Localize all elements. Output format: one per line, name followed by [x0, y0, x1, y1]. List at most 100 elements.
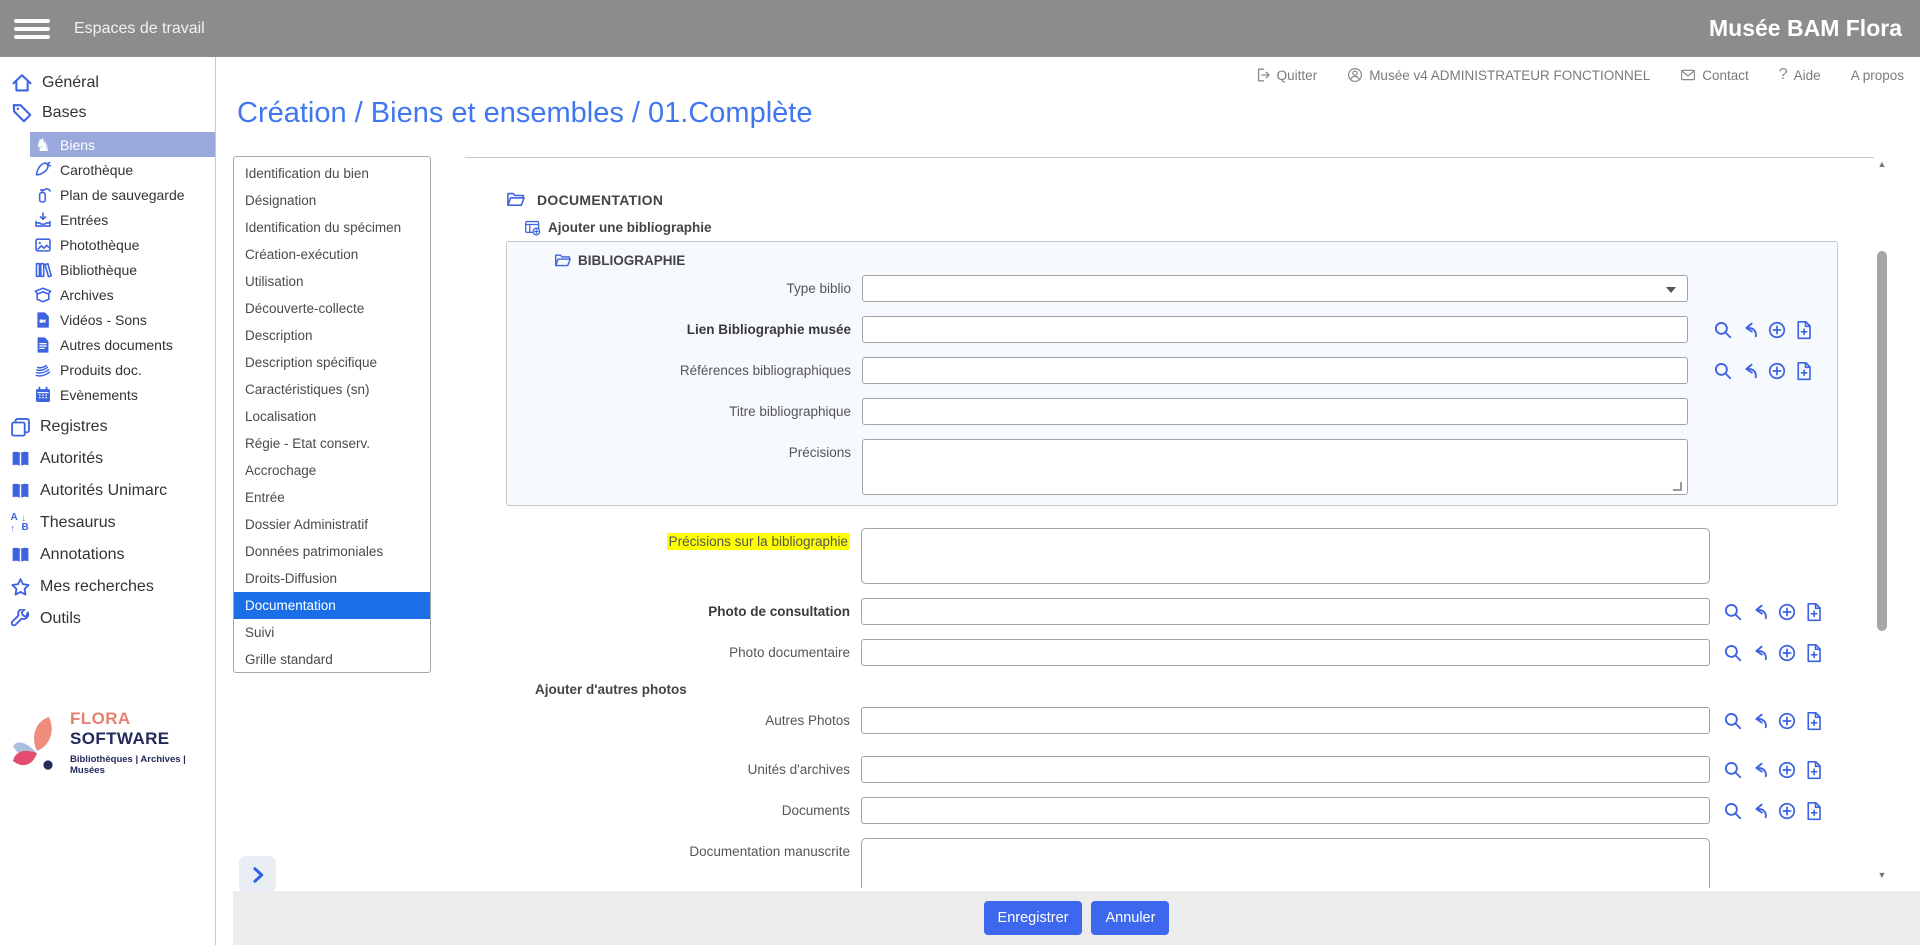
add-circle-icon[interactable]	[1777, 602, 1797, 622]
search-icon[interactable]	[1723, 643, 1743, 663]
quit-link[interactable]: Quitter	[1255, 67, 1318, 83]
resize-handle-icon[interactable]	[1673, 482, 1682, 491]
section-item-donnees-patrimoniales[interactable]: Données patrimoniales	[234, 538, 430, 565]
sidebar-item-evenements[interactable]: Evènements	[30, 382, 215, 407]
sidebar-item-autorites[interactable]: Autorités	[0, 443, 215, 475]
scrollbar-thumb[interactable]	[1877, 251, 1887, 631]
search-icon[interactable]	[1723, 801, 1743, 821]
hamburger-menu-icon[interactable]	[14, 15, 50, 43]
sidebar-item-entrees[interactable]: Entrées	[30, 207, 215, 232]
home-icon	[11, 72, 33, 94]
file-plus-icon[interactable]	[1794, 320, 1814, 340]
add-circle-icon[interactable]	[1767, 361, 1787, 381]
expand-panel-button[interactable]	[239, 856, 276, 893]
search-icon[interactable]	[1713, 320, 1733, 340]
textarea-precisions-sur-la-bibliographie[interactable]	[861, 528, 1710, 584]
sidebar-item-mes-recherches[interactable]: Mes recherches	[0, 571, 215, 603]
sidebar-item-archives[interactable]: Archives	[30, 282, 215, 307]
search-icon[interactable]	[1723, 711, 1743, 731]
section-item-suivi[interactable]: Suivi	[234, 619, 430, 646]
add-circle-icon[interactable]	[1777, 801, 1797, 821]
section-item-entree[interactable]: Entrée	[234, 484, 430, 511]
section-item-droits-diffusion[interactable]: Droits-Diffusion	[234, 565, 430, 592]
section-item-creation-execution[interactable]: Création-exécution	[234, 241, 430, 268]
section-item-documentation[interactable]: Documentation	[234, 592, 430, 619]
file-plus-icon[interactable]	[1804, 760, 1824, 780]
cancel-button[interactable]: Annuler	[1091, 901, 1169, 935]
sidebar-item-videos-sons[interactable]: Vidéos - Sons	[30, 307, 215, 332]
sidebar-item-thesaurus[interactable]: A↓↑BThesaurus	[0, 507, 215, 539]
sidebar-item-label: Autres documents	[60, 337, 173, 353]
section-item-accrochage[interactable]: Accrochage	[234, 457, 430, 484]
sidebar-item-autorites-unimarc[interactable]: Autorités Unimarc	[0, 475, 215, 507]
search-icon[interactable]	[1713, 361, 1733, 381]
file-plus-icon[interactable]	[1804, 711, 1824, 731]
add-photos-header[interactable]: Ajouter d'autres photos	[508, 680, 1874, 699]
section-item-identification-du-bien[interactable]: Identification du bien	[234, 160, 430, 187]
sidebar-item-bases[interactable]: Bases	[0, 98, 215, 128]
textarea-documentation-manuscrite[interactable]	[861, 838, 1710, 888]
section-item-regie-etat-conserv[interactable]: Régie - Etat conserv.	[234, 430, 430, 457]
search-icon[interactable]	[1723, 760, 1743, 780]
input-lien-bibliographie-musee[interactable]	[862, 316, 1688, 343]
section-item-identification-du-specimen[interactable]: Identification du spécimen	[234, 214, 430, 241]
workspace-label[interactable]: Espaces de travail	[74, 20, 205, 38]
input-references-bibliographiques[interactable]	[862, 357, 1688, 384]
sidebar-item-produits-doc[interactable]: Produits doc.	[30, 357, 215, 382]
section-item-localisation[interactable]: Localisation	[234, 403, 430, 430]
select-type-biblio[interactable]	[862, 275, 1688, 302]
section-item-description[interactable]: Description	[234, 322, 430, 349]
section-item-caracteristiques-sn[interactable]: Caractéristiques (sn)	[234, 376, 430, 403]
contact-label: Contact	[1702, 68, 1749, 83]
field-row-photo-documentaire: Photo documentaire	[506, 639, 1874, 666]
add-bibliography-link[interactable]: Ajouter une bibliographie	[524, 219, 1874, 236]
undo-icon[interactable]	[1750, 602, 1770, 622]
help-link[interactable]: ? Aide	[1779, 66, 1821, 84]
input-photo-de-consultation[interactable]	[861, 598, 1710, 625]
sidebar-item-phototheque[interactable]: Photothèque	[30, 232, 215, 257]
input-titre-bibliographique[interactable]	[862, 398, 1688, 425]
user-menu[interactable]: Musée v4 ADMINISTRATEUR FONCTIONNEL	[1347, 67, 1650, 83]
file-plus-icon[interactable]	[1804, 643, 1824, 663]
sidebar-item-general[interactable]: Général	[0, 68, 215, 98]
search-icon[interactable]	[1723, 602, 1743, 622]
sidebar-item-bibliotheque[interactable]: Bibliothèque	[30, 257, 215, 282]
sidebar-item-outils[interactable]: Outils	[0, 603, 215, 635]
sidebar-item-annotations[interactable]: Annotations	[0, 539, 215, 571]
section-item-description-specifique[interactable]: Description spécifique	[234, 349, 430, 376]
input-autres-photos[interactable]	[861, 707, 1710, 734]
section-item-dossier-administratif[interactable]: Dossier Administratif	[234, 511, 430, 538]
sidebar-item-carotheque[interactable]: Carothèque	[30, 157, 215, 182]
undo-icon[interactable]	[1750, 760, 1770, 780]
add-circle-icon[interactable]	[1777, 711, 1797, 731]
undo-icon[interactable]	[1740, 361, 1760, 381]
undo-icon[interactable]	[1740, 320, 1760, 340]
sidebar-item-plan-de-sauvegarde[interactable]: Plan de sauvegarde	[30, 182, 215, 207]
file-plus-icon[interactable]	[1794, 361, 1814, 381]
section-item-grille-standard[interactable]: Grille standard	[234, 646, 430, 673]
file-plus-icon[interactable]	[1804, 602, 1824, 622]
contact-link[interactable]: Contact	[1680, 67, 1749, 83]
undo-icon[interactable]	[1750, 643, 1770, 663]
sidebar-item-autres-documents[interactable]: Autres documents	[30, 332, 215, 357]
scroll-down-icon[interactable]: ▼	[1874, 870, 1890, 880]
undo-icon[interactable]	[1750, 711, 1770, 731]
sidebar-item-registres[interactable]: Registres	[0, 411, 215, 443]
sidebar-item-biens[interactable]: ♞Biens	[30, 132, 215, 157]
textarea-precisions[interactable]	[862, 439, 1688, 495]
add-circle-icon[interactable]	[1767, 320, 1787, 340]
input-photo-documentaire[interactable]	[861, 639, 1710, 666]
input-documents[interactable]	[861, 797, 1710, 824]
about-link[interactable]: A propos	[1851, 68, 1904, 83]
file-plus-icon[interactable]	[1804, 801, 1824, 821]
section-item-decouverte-collecte[interactable]: Découverte-collecte	[234, 295, 430, 322]
scroll-up-icon[interactable]: ▲	[1874, 159, 1890, 169]
section-item-designation[interactable]: Désignation	[234, 187, 430, 214]
undo-icon[interactable]	[1750, 801, 1770, 821]
add-circle-icon[interactable]	[1777, 643, 1797, 663]
add-circle-icon[interactable]	[1777, 760, 1797, 780]
form-scrollbar[interactable]: ▲ ▼	[1874, 157, 1890, 888]
input-unites-d-archives[interactable]	[861, 756, 1710, 783]
section-item-utilisation[interactable]: Utilisation	[234, 268, 430, 295]
save-button[interactable]: Enregistrer	[984, 901, 1083, 935]
